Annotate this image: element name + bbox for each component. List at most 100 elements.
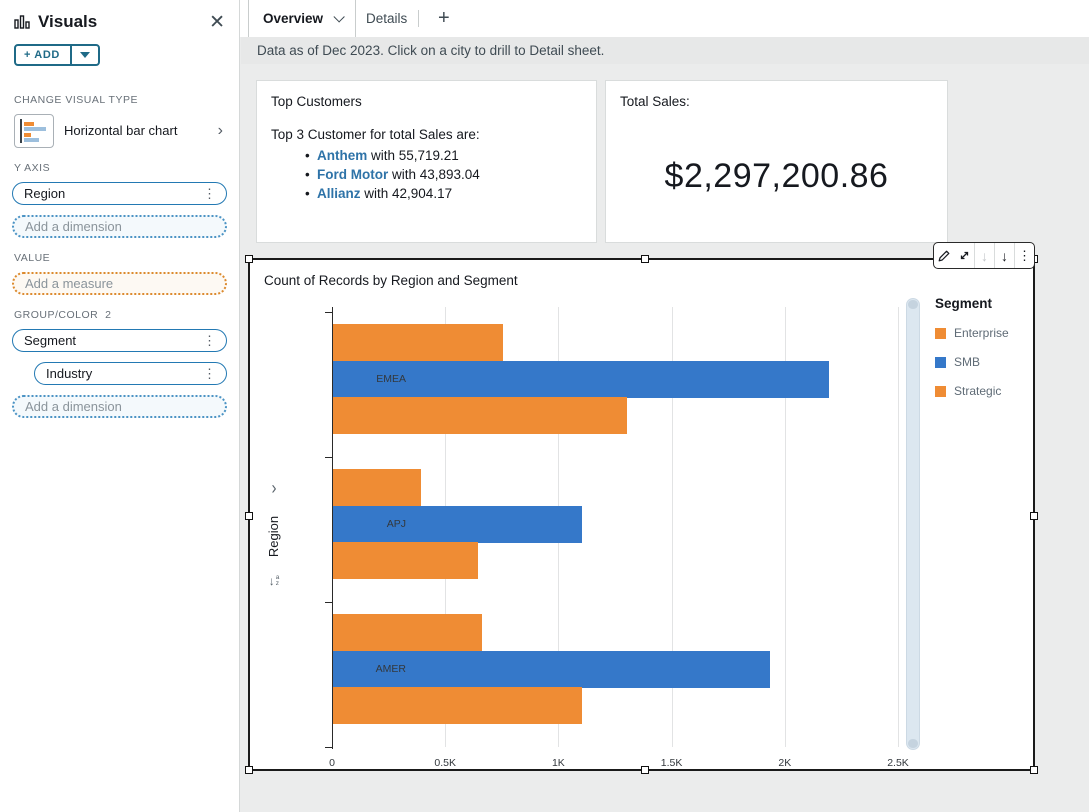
bar-emea-enterprise[interactable] <box>333 324 503 361</box>
value-add-measure[interactable]: Add a measure <box>12 272 227 295</box>
x-tick-label: 1.5K <box>661 757 683 769</box>
plot-area: 00.5K1K1.5K2K2.5KEMEAAPJAMER <box>332 307 910 749</box>
bar-emea-smb[interactable] <box>333 361 829 398</box>
y-axis-controls: › Region ↓az <box>262 480 286 588</box>
add-sheet-button[interactable]: + <box>428 0 460 37</box>
horizontal-bar-chart-icon <box>14 114 54 148</box>
total-sales-kpi[interactable]: Total Sales: $2,297,200.86 <box>605 80 948 243</box>
group-color-add-dimension-label: Add a dimension <box>25 399 122 414</box>
tab-divider <box>418 10 419 27</box>
chart-title: Count of Records by Region and Segment <box>264 273 518 288</box>
legend-item[interactable]: Enterprise <box>935 326 1035 340</box>
tab-overview-label: Overview <box>263 11 323 26</box>
field-well-segment[interactable]: Segment ⋮ <box>12 329 227 352</box>
bar-chart-visual[interactable]: ↓ ↓ ⋮ Count of Records by Region and Seg… <box>248 258 1035 771</box>
sheet-canvas: Top Customers Top 3 Customer for total S… <box>241 64 1089 812</box>
legend-item[interactable]: Strategic <box>935 384 1035 398</box>
bar-emea-strategic[interactable] <box>333 397 627 434</box>
group-color-section-label: GROUP/COLOR 2 <box>14 309 225 321</box>
group-color-count: 2 <box>105 309 111 321</box>
chart-scrollbar[interactable] <box>906 298 920 750</box>
notice-text: Data as of Dec 2023. Click on a city to … <box>257 43 604 58</box>
chart-legend: Segment EnterpriseSMBStrategic <box>935 296 1035 398</box>
legend-swatch <box>935 357 946 368</box>
y-axis-add-dimension-label: Add a dimension <box>25 219 122 234</box>
panel-title: Visuals <box>38 12 209 32</box>
y-axis-section-label: Y AXIS <box>14 162 225 174</box>
x-tick-label: 2.5K <box>887 757 909 769</box>
insight-intro: Top 3 Customer for total Sales are: <box>271 127 582 142</box>
y-category-label: APJ <box>387 518 406 530</box>
sheet-tab-bar: Overview Details + <box>240 0 1089 37</box>
value-add-measure-label: Add a measure <box>25 276 113 291</box>
top-customers-insight[interactable]: Top Customers Top 3 Customer for total S… <box>256 80 597 243</box>
resize-handle-mid-left[interactable] <box>245 512 253 520</box>
value-section-label: VALUE <box>14 252 225 264</box>
chevron-right-icon[interactable]: › <box>272 478 277 498</box>
legend-label: Strategic <box>954 384 1001 398</box>
legend-items: Enterprise SMB Strategic <box>935 326 1035 398</box>
resize-handle-bottom-right[interactable] <box>1030 766 1038 774</box>
customer-item: Anthem with 55,719.21 <box>317 148 582 163</box>
kebab-menu-icon[interactable]: ⋮ <box>201 187 218 200</box>
plus-icon: + <box>438 7 450 30</box>
visual-toolbar: ↓ ↓ ⋮ <box>933 242 1035 269</box>
maximize-icon[interactable] <box>954 243 974 268</box>
field-well-industry[interactable]: Industry ⋮ <box>34 362 227 385</box>
y-axis-title: Region <box>267 516 282 557</box>
legend-item[interactable]: SMB <box>935 355 1035 369</box>
tab-overview[interactable]: Overview <box>248 0 356 37</box>
visuals-panel-header: Visuals ✕ <box>0 0 239 40</box>
group-color-add-dimension[interactable]: Add a dimension <box>12 395 227 418</box>
customer-link[interactable]: Allianz <box>317 186 361 201</box>
add-visual-label[interactable]: + ADD <box>16 46 72 64</box>
x-tick-label: 0.5K <box>434 757 456 769</box>
resize-handle-bottom-left[interactable] <box>245 766 253 774</box>
add-visual-dropdown[interactable] <box>72 46 98 64</box>
sort-icon[interactable]: ↓az <box>269 574 280 588</box>
tab-details[interactable]: Details <box>352 0 421 37</box>
visual-menu-icon[interactable]: ⋮ <box>1014 243 1034 268</box>
kpi-title: Total Sales: <box>620 94 933 109</box>
y-category-label: AMER <box>376 663 406 675</box>
customer-link[interactable]: Anthem <box>317 148 367 163</box>
chevron-down-icon <box>80 52 90 58</box>
visual-type-selector[interactable]: Horizontal bar chart › <box>14 114 225 148</box>
bar-apj-smb[interactable] <box>333 506 582 543</box>
customer-link[interactable]: Ford Motor <box>317 167 388 182</box>
resize-handle-mid-right[interactable] <box>1030 512 1038 520</box>
bar-amer-strategic[interactable] <box>333 687 582 724</box>
chevron-down-icon[interactable] <box>334 11 345 22</box>
bar-amer-enterprise[interactable] <box>333 614 482 651</box>
y-axis-tick <box>325 457 332 458</box>
legend-label: Enterprise <box>954 326 1009 340</box>
legend-label: SMB <box>954 355 980 369</box>
legend-swatch <box>935 328 946 339</box>
move-down-icon[interactable]: ↓ <box>994 243 1014 268</box>
sheet-notice-bar: Data as of Dec 2023. Click on a city to … <box>241 37 1089 64</box>
bar-apj-strategic[interactable] <box>333 542 478 579</box>
visuals-panel: Visuals ✕ + ADD CHANGE VISUAL TYPE Horiz… <box>0 0 240 812</box>
y-category-label: EMEA <box>376 373 406 385</box>
y-axis-add-dimension[interactable]: Add a dimension <box>12 215 227 238</box>
bar-chart-icon <box>14 14 30 30</box>
resize-handle-bottom-center[interactable] <box>641 766 649 774</box>
x-tick-label: 2K <box>778 757 791 769</box>
y-axis-tick <box>325 602 332 603</box>
edit-pencil-icon[interactable] <box>934 243 954 268</box>
quicksight-analysis: Visuals ✕ + ADD CHANGE VISUAL TYPE Horiz… <box>0 0 1089 812</box>
kebab-menu-icon[interactable]: ⋮ <box>201 334 218 347</box>
scrollbar-cap <box>908 739 918 748</box>
resize-handle-top-center[interactable] <box>641 255 649 263</box>
close-icon[interactable]: ✕ <box>209 13 225 32</box>
chevron-right-icon[interactable]: › <box>216 122 225 140</box>
add-visual-button[interactable]: + ADD <box>14 44 100 66</box>
bar-apj-enterprise[interactable] <box>333 469 421 506</box>
field-well-region[interactable]: Region ⋮ <box>12 182 227 205</box>
kebab-menu-icon[interactable]: ⋮ <box>201 367 218 380</box>
legend-swatch <box>935 386 946 397</box>
resize-handle-top-left[interactable] <box>245 255 253 263</box>
field-well-industry-label: Industry <box>46 366 201 381</box>
x-tick-label: 0 <box>329 757 335 769</box>
field-well-segment-label: Segment <box>24 333 201 348</box>
